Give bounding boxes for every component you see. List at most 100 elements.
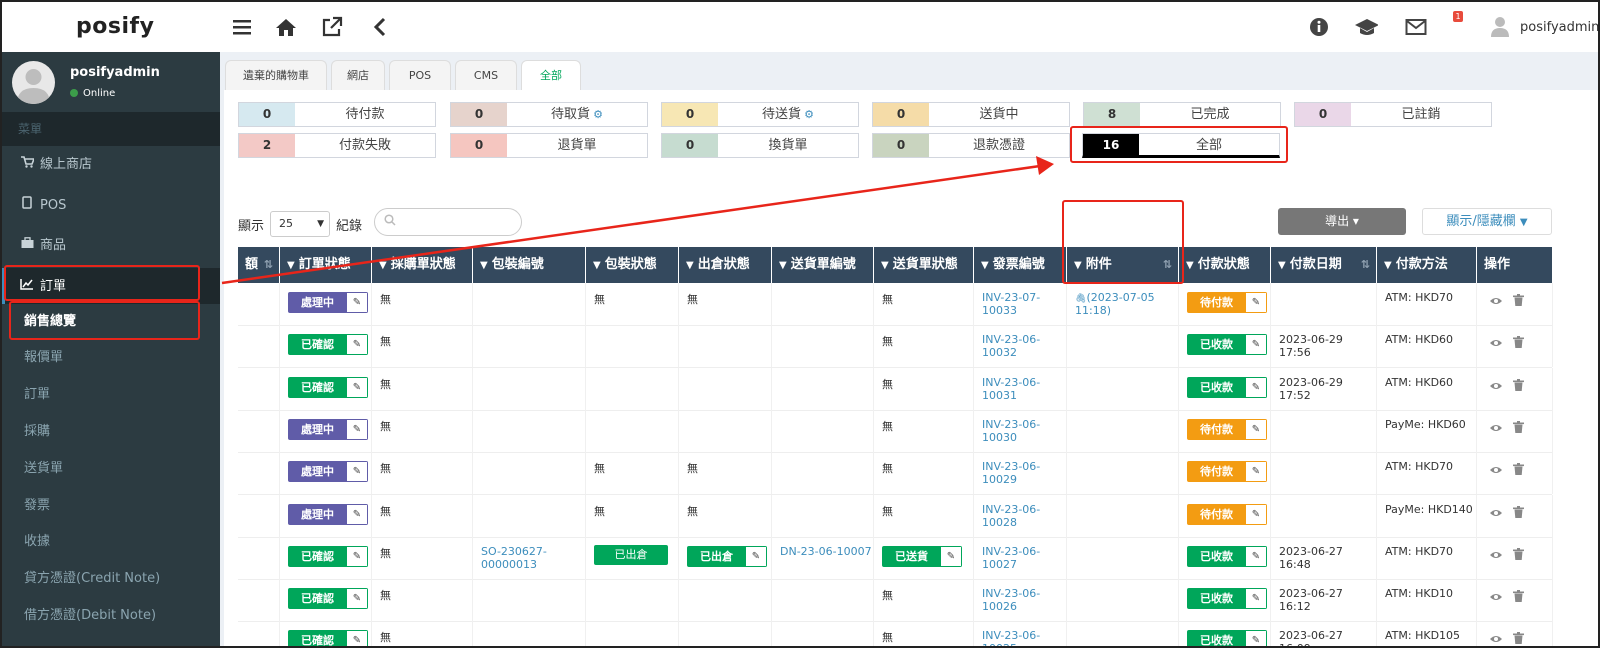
- pencil-icon[interactable]: ✎: [347, 545, 368, 567]
- pencil-icon[interactable]: ✎: [347, 461, 368, 483]
- pack-no-link[interactable]: SO-230627-00000013: [481, 545, 585, 571]
- sidebar-subitem-receipt[interactable]: 收據: [2, 524, 220, 560]
- topbar-user-name[interactable]: posifyadmin: [1520, 20, 1598, 35]
- attachment-link[interactable]: 🖇(2023-07-05 11:18): [1075, 291, 1178, 317]
- pencil-icon[interactable]: ✎: [1246, 334, 1267, 356]
- page-size-select[interactable]: 25 ▼: [270, 211, 331, 237]
- pencil-icon[interactable]: ✎: [347, 334, 368, 356]
- pay-status-badge[interactable]: 已收款 ✎: [1187, 334, 1267, 356]
- filter-icon[interactable]: ▼: [379, 260, 387, 271]
- mail-icon[interactable]: [1404, 15, 1428, 39]
- pay-status-badge[interactable]: 已收款 ✎: [1187, 630, 1267, 646]
- filter-icon[interactable]: ▼: [593, 260, 601, 271]
- user-avatar-icon[interactable]: [1488, 15, 1512, 39]
- pencil-icon[interactable]: ✎: [941, 545, 962, 567]
- order-status-badge[interactable]: 處理中 ✎: [288, 292, 368, 313]
- pencil-icon[interactable]: ✎: [1246, 503, 1267, 525]
- col-invoice-no-header[interactable]: ▼ 發票編號: [974, 247, 1067, 283]
- sidebar-item-pos[interactable]: POS: [2, 187, 220, 225]
- filter-icon[interactable]: ▼: [881, 260, 889, 271]
- col-actions-header[interactable]: 操作: [1477, 247, 1553, 283]
- hamburger-menu-icon[interactable]: [230, 15, 254, 39]
- gear-icon[interactable]: ⚙: [593, 108, 603, 121]
- sidebar-subitem-invoice[interactable]: 發票: [2, 488, 220, 524]
- col-out-status-header[interactable]: ▼ 出倉狀態: [679, 247, 772, 283]
- sidebar-subitem-delivery-note[interactable]: 送貨單: [2, 451, 220, 487]
- filter-icon[interactable]: ▼: [1278, 260, 1286, 271]
- tab-pos[interactable]: POS: [389, 60, 451, 91]
- col-purchase-status-header[interactable]: ▼ 採購單狀態: [372, 247, 473, 283]
- col-order-status-header[interactable]: ▼ 訂單狀態: [280, 247, 372, 283]
- view-eye-icon[interactable]: [1489, 507, 1503, 522]
- stat-refund-vouchers[interactable]: 0 退款憑證: [872, 133, 1070, 158]
- tab-cms[interactable]: CMS: [455, 60, 517, 91]
- pencil-icon[interactable]: ✎: [1246, 461, 1267, 483]
- pencil-icon[interactable]: ✎: [746, 545, 767, 567]
- stat-completed[interactable]: 8 已完成: [1083, 102, 1281, 127]
- delete-trash-icon[interactable]: [1513, 505, 1524, 522]
- info-icon[interactable]: [1307, 15, 1331, 39]
- delete-trash-icon[interactable]: [1513, 294, 1524, 310]
- pencil-icon[interactable]: ✎: [1246, 292, 1267, 313]
- pencil-icon[interactable]: ✎: [347, 503, 368, 525]
- sidebar-item-online-store[interactable]: 線上商店: [2, 146, 220, 184]
- stat-returns[interactable]: 0 退貨單: [450, 133, 648, 158]
- graduation-cap-icon[interactable]: [1354, 15, 1378, 39]
- toggle-columns-button[interactable]: 顯示/隱藏欄 ▼: [1422, 208, 1552, 235]
- pencil-icon[interactable]: ✎: [347, 292, 368, 313]
- sidebar-subitem-quotation[interactable]: 報價單: [2, 340, 220, 376]
- col-dn-status-header[interactable]: ▼ 送貨單狀態: [874, 247, 974, 283]
- view-eye-icon[interactable]: [1489, 549, 1503, 564]
- col-pay-date-header[interactable]: ▼ 付款日期 ⇅: [1271, 247, 1377, 283]
- view-eye-icon[interactable]: [1489, 633, 1503, 646]
- sort-icon[interactable]: ⇅: [1361, 247, 1370, 283]
- filter-icon[interactable]: ▼: [779, 260, 787, 271]
- back-chevron-icon[interactable]: [368, 15, 392, 39]
- out-status-badge[interactable]: 已出倉 ✎: [687, 545, 767, 567]
- delete-trash-icon[interactable]: [1513, 547, 1524, 564]
- tab-webstore[interactable]: 網店: [331, 60, 385, 91]
- pay-status-badge[interactable]: 待付款 ✎: [1187, 418, 1267, 440]
- search-input[interactable]: [374, 208, 522, 236]
- home-icon[interactable]: [274, 15, 298, 39]
- pay-status-badge[interactable]: 已收款 ✎: [1187, 545, 1267, 567]
- delete-trash-icon[interactable]: [1513, 632, 1524, 646]
- stat-cancelled[interactable]: 0 已註銷: [1294, 102, 1492, 127]
- pay-status-badge[interactable]: 已收款 ✎: [1187, 588, 1267, 610]
- order-status-badge[interactable]: 已確認 ✎: [288, 630, 368, 646]
- invoice-link[interactable]: INV-23-06-10027: [982, 545, 1066, 571]
- invoice-link[interactable]: INV-23-06-10029: [982, 460, 1066, 486]
- sidebar-subitem-purchase[interactable]: 採購: [2, 414, 220, 450]
- invoice-link[interactable]: INV-23-06-10028: [982, 503, 1066, 529]
- order-status-badge[interactable]: 已確認 ✎: [288, 588, 368, 610]
- export-button[interactable]: 導出 ▾: [1278, 208, 1406, 235]
- order-status-badge[interactable]: 處理中 ✎: [288, 418, 368, 440]
- invoice-link[interactable]: INV-23-07-10033: [982, 291, 1066, 317]
- filter-icon[interactable]: ▼: [1186, 260, 1194, 271]
- filter-icon[interactable]: ▼: [1384, 260, 1392, 271]
- pencil-icon[interactable]: ✎: [347, 588, 368, 610]
- order-status-badge[interactable]: 已確認 ✎: [288, 376, 368, 398]
- gear-icon[interactable]: ⚙: [804, 108, 814, 121]
- pay-status-badge[interactable]: 已收款 ✎: [1187, 376, 1267, 398]
- order-status-badge[interactable]: 處理中 ✎: [288, 503, 368, 525]
- col-pack-no-header[interactable]: ▼ 包裝編號: [473, 247, 586, 283]
- stat-pending-delivery[interactable]: 0 待送貨 ⚙: [661, 102, 859, 127]
- stat-payment-failed[interactable]: 2 付款失敗: [238, 133, 436, 158]
- sidebar-subitem-debit-note[interactable]: 借方憑證(Debit Note): [2, 598, 220, 634]
- invoice-link[interactable]: INV-23-06-10030: [982, 418, 1066, 444]
- col-pack-status-header[interactable]: ▼ 包裝狀態: [586, 247, 679, 283]
- view-eye-icon[interactable]: [1489, 464, 1503, 479]
- sidebar-subitem-credit-note[interactable]: 貸方憑證(Credit Note): [2, 561, 220, 597]
- view-eye-icon[interactable]: [1489, 295, 1503, 310]
- delete-trash-icon[interactable]: [1513, 420, 1524, 437]
- col-dn-no-header[interactable]: ▼ 送貨單編號: [772, 247, 874, 283]
- stat-delivering[interactable]: 0 送貨中: [872, 102, 1070, 127]
- delete-trash-icon[interactable]: [1513, 590, 1524, 606]
- pencil-icon[interactable]: ✎: [347, 418, 368, 440]
- pay-status-badge[interactable]: 待付款 ✎: [1187, 461, 1267, 483]
- stat-exchanges[interactable]: 0 換貨單: [661, 133, 859, 158]
- pencil-icon[interactable]: ✎: [1246, 545, 1267, 567]
- pencil-icon[interactable]: ✎: [1246, 630, 1267, 646]
- invoice-link[interactable]: INV-23-06-10025: [982, 629, 1066, 646]
